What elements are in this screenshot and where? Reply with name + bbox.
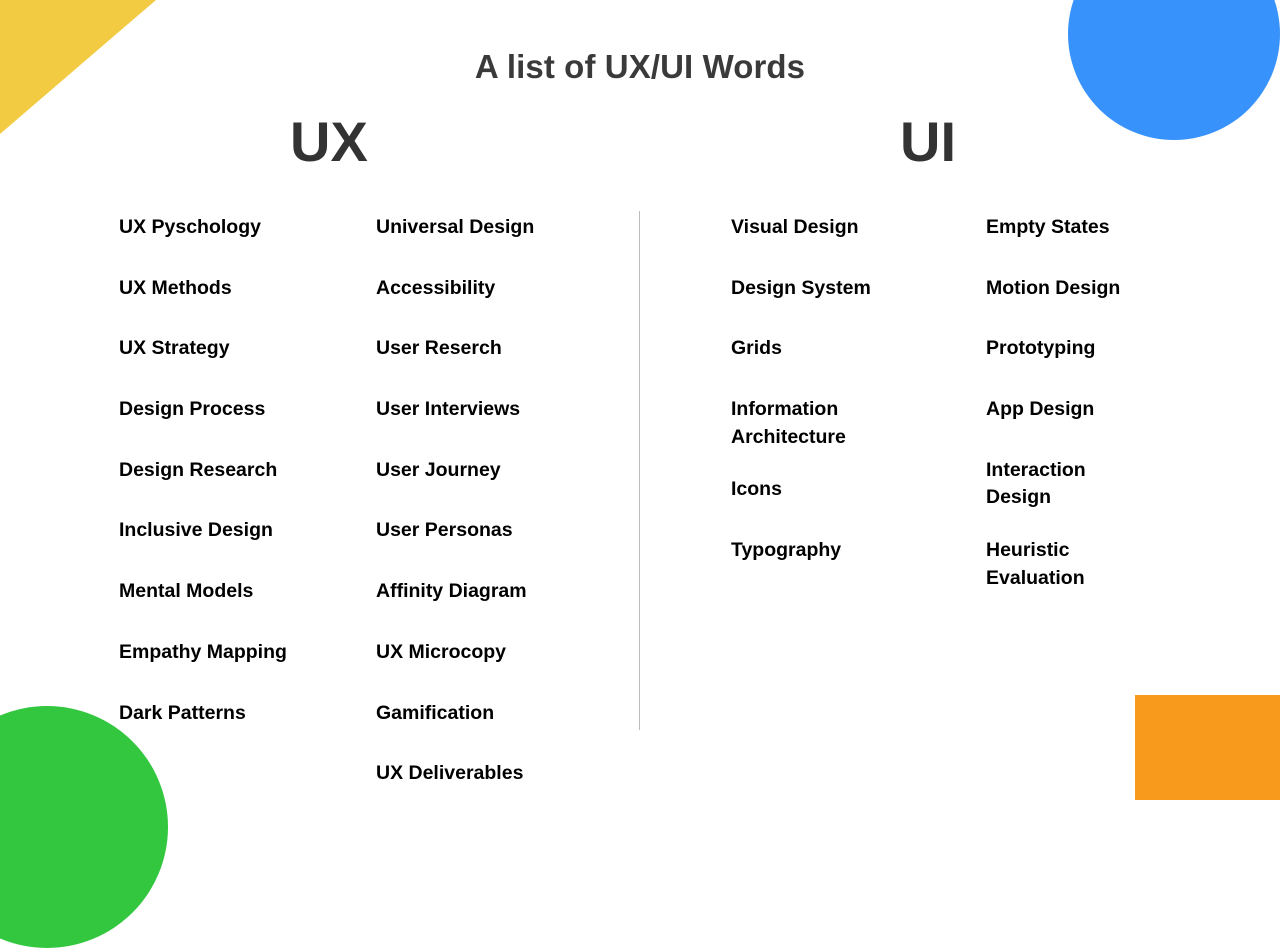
word-item: Motion Design	[986, 276, 1121, 299]
word-item: User Journey	[376, 458, 501, 481]
ux-column-2: Universal Design Accessibility User Reserc…	[376, 214, 591, 788]
word-item: Empty States	[986, 216, 1110, 238]
word-item: Interaction Design	[986, 458, 1086, 509]
word-item: UX Pyschology	[119, 216, 261, 238]
word-item: UX Methods	[119, 276, 232, 299]
word-item: Mental Models	[119, 580, 254, 603]
word-item: UX Microcopy	[376, 640, 507, 663]
word-item: UX Strategy	[119, 337, 230, 360]
word-item: App Design	[986, 398, 1095, 421]
word-item: Grids	[731, 337, 782, 360]
word-item: Design Research	[119, 458, 278, 481]
word-item: Empathy Mapping	[119, 640, 287, 663]
word-item: UX Deliverables	[376, 762, 524, 785]
word-columns-container: UX Pyschology UX Methods UX Strategy Design…	[0, 0, 1280, 800]
word-item: Inclusive Design	[119, 519, 273, 542]
word-item: User Interviews	[376, 398, 521, 421]
word-item: Typography	[731, 539, 842, 562]
word-item: Icons	[731, 478, 782, 501]
word-item: Dark Patterns	[119, 701, 246, 724]
word-item: Affinity Diagram	[376, 580, 527, 603]
word-item: Accessibility	[376, 276, 496, 299]
word-item: User Personas	[376, 519, 513, 542]
word-item: Information Architecture	[731, 398, 846, 448]
word-item: Universal Design	[376, 216, 535, 238]
word-item: Design Process	[119, 398, 266, 421]
word-item: Design System	[731, 276, 871, 299]
word-item: Prototyping	[986, 337, 1096, 360]
ux-column-1: UX Pyschology UX Methods UX Strategy Design…	[119, 214, 334, 727]
word-item: Visual Design	[731, 216, 859, 238]
ui-column-2: Empty States Motion Design Prototyping App …	[986, 214, 1201, 593]
word-item: User Reserch	[376, 337, 502, 360]
ui-column-1: Visual Design Design System Grids Informati…	[731, 214, 946, 565]
word-item: Gamification	[376, 701, 495, 724]
word-item: Heuristic Evaluation	[986, 539, 1085, 589]
